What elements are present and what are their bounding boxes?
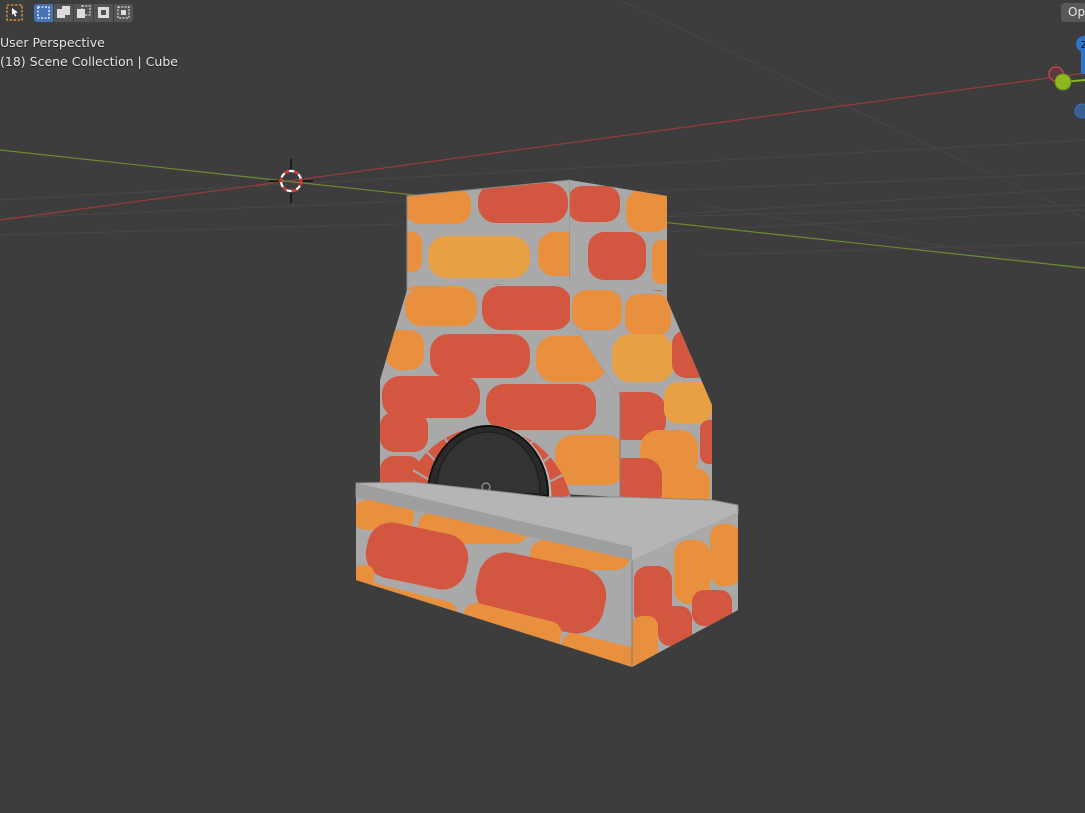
tool-toolbar xyxy=(5,3,24,22)
navigation-gizmo: Z xyxy=(1048,36,1085,119)
select-subtract-icon xyxy=(77,5,91,18)
select-intersect-icon xyxy=(117,6,130,19)
oven-model xyxy=(355,179,739,667)
viewport-scene[interactable]: Z xyxy=(0,0,1085,813)
select-invert-button[interactable] xyxy=(94,3,113,22)
select-cursor-button[interactable] xyxy=(5,3,24,22)
select-new-icon xyxy=(37,6,50,19)
select-invert-icon xyxy=(98,7,109,18)
viewport-collection-label: (18) Scene Collection | Cube xyxy=(0,54,178,69)
select-new-button[interactable] xyxy=(34,3,53,22)
selection-mode-toolbar xyxy=(34,3,133,22)
gizmo-neg-z-icon xyxy=(1074,103,1085,119)
select-extend-icon xyxy=(57,6,70,18)
select-intersect-button[interactable] xyxy=(114,3,133,22)
gizmo-y-axis-icon xyxy=(1054,73,1072,91)
select-subtract-button[interactable] xyxy=(74,3,93,22)
select-cursor-icon xyxy=(6,4,23,21)
viewport-perspective-label: User Perspective xyxy=(0,35,105,50)
select-extend-button[interactable] xyxy=(54,3,73,22)
options-button[interactable]: Op xyxy=(1061,3,1085,22)
3d-viewport[interactable]: Z Op User Perspective (18) Scene Collect… xyxy=(0,0,1085,813)
